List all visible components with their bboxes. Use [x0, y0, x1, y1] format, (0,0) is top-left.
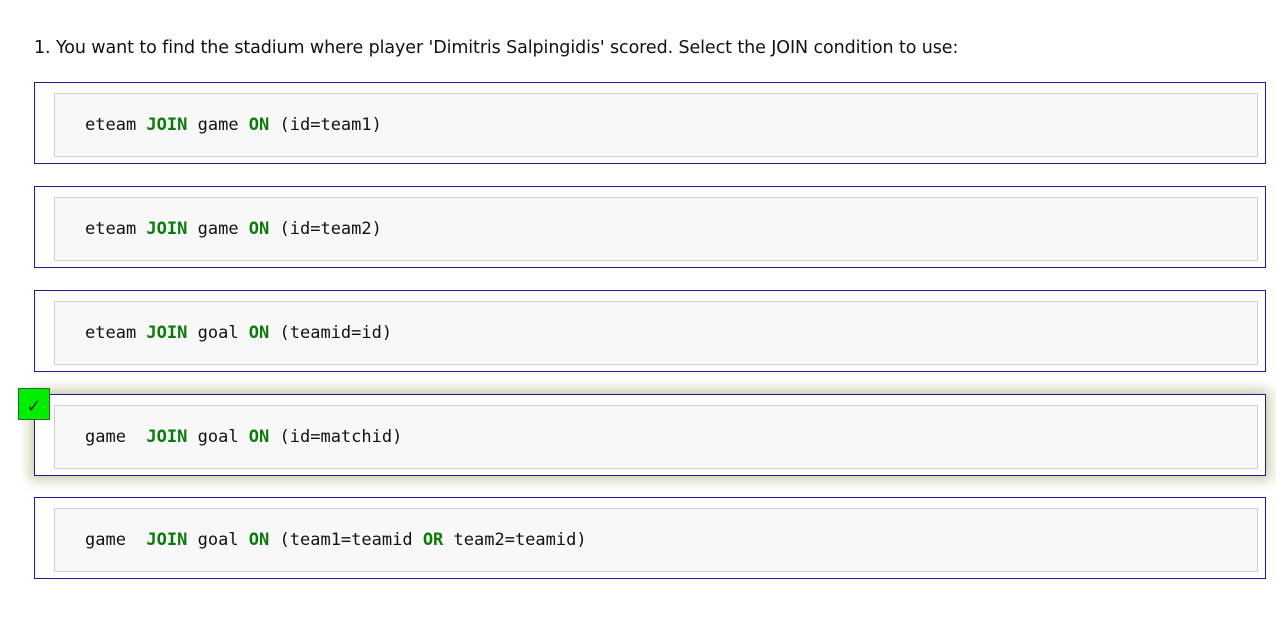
sql-text: game	[187, 115, 249, 135]
sql-text: game	[187, 219, 249, 239]
sql-keyword: ON	[248, 427, 270, 447]
selected-check-icon: ✓	[18, 388, 50, 420]
sql-keyword: ON	[248, 219, 270, 239]
code-snippet: game JOIN goal ON (team1=teamid OR team2…	[54, 508, 1258, 572]
code-snippet: game JOIN goal ON (id=matchid)	[54, 405, 1258, 469]
sql-keyword: JOIN	[146, 323, 188, 343]
answer-option-3[interactable]: eteam JOIN goal ON (teamid=id)	[34, 290, 1266, 372]
answer-option-2[interactable]: eteam JOIN game ON (id=team2)	[34, 186, 1266, 268]
code-snippet: eteam JOIN goal ON (teamid=id)	[54, 301, 1258, 365]
answer-option-1[interactable]: eteam JOIN game ON (id=team1)	[34, 82, 1266, 164]
sql-text: game	[85, 427, 147, 447]
sql-text: eteam	[85, 323, 147, 343]
sql-text: team2=teamid)	[443, 530, 587, 550]
sql-text: goal	[187, 323, 249, 343]
code-snippet: eteam JOIN game ON (id=team1)	[54, 93, 1258, 157]
sql-keyword: ON	[248, 323, 270, 343]
sql-text: (teamid=id)	[269, 323, 393, 343]
code-snippet: eteam JOIN game ON (id=team2)	[54, 197, 1258, 261]
sql-text: goal	[187, 427, 249, 447]
sql-text: goal	[187, 530, 249, 550]
question-text: 1. You want to find the stadium where pl…	[34, 38, 959, 58]
sql-keyword: JOIN	[146, 530, 188, 550]
sql-text: eteam	[85, 219, 147, 239]
sql-keyword: OR	[422, 530, 444, 550]
sql-text: (id=matchid)	[269, 427, 403, 447]
answer-option-5[interactable]: game JOIN goal ON (team1=teamid OR team2…	[34, 497, 1266, 579]
sql-text: (team1=teamid	[269, 530, 423, 550]
sql-keyword: JOIN	[146, 427, 188, 447]
sql-keyword: JOIN	[146, 115, 188, 135]
sql-text: (id=team1)	[269, 115, 382, 135]
sql-keyword: JOIN	[146, 219, 188, 239]
answer-option-4[interactable]: game JOIN goal ON (id=matchid)	[34, 394, 1266, 476]
sql-text: eteam	[85, 115, 147, 135]
sql-text: (id=team2)	[269, 219, 382, 239]
sql-keyword: ON	[248, 530, 270, 550]
sql-keyword: ON	[248, 115, 270, 135]
sql-text: game	[85, 530, 147, 550]
